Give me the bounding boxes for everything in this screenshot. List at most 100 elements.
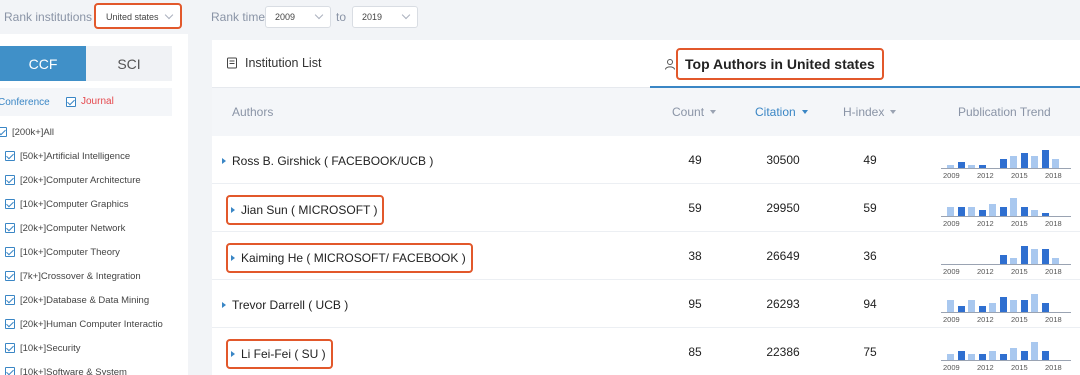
category-item[interactable]: [50k+]Artificial Intelligence (0, 148, 130, 164)
trend-bar (968, 207, 975, 216)
author-name[interactable]: Kaiming He ( MICROSOFT/ FACEBOOK ) (226, 243, 473, 273)
trend-year-label: 2018 (1045, 267, 1062, 276)
category-item[interactable]: [20k+]Database & Data Mining (0, 292, 149, 308)
trend-year-label: 2018 (1045, 219, 1062, 228)
trend-year-label: 2009 (943, 363, 960, 372)
institution-list-label: Institution List (245, 56, 322, 70)
expand-arrow-icon[interactable] (231, 351, 235, 357)
trend-bar (957, 162, 965, 168)
conference-toggle[interactable]: Conference (0, 97, 50, 108)
checkbox-checked-icon[interactable] (5, 319, 15, 329)
citation-cell: 26649 (766, 249, 800, 263)
hindex-cell: 75 (863, 345, 877, 359)
trend-axis (941, 216, 1071, 217)
checkbox-checked-icon[interactable] (0, 127, 7, 137)
tab-top-authors[interactable]: Top Authors in United states (650, 40, 1080, 88)
publication-trend-sparkline: 2009 2012 2015 2018 (941, 190, 1071, 228)
author-name-text: Li Fei-Fei ( SU ) (241, 347, 326, 361)
checkbox-checked-icon[interactable] (5, 175, 15, 185)
author-name[interactable]: Jian Sun ( MICROSOFT ) (226, 195, 385, 225)
category-item[interactable]: [20k+]Computer Architecture (0, 172, 141, 188)
to-year-select[interactable]: 2019 (352, 6, 418, 28)
trend-bar (947, 354, 954, 360)
category-item[interactable]: [7k+]Crossover & Integration (0, 268, 141, 284)
trend-bar (989, 204, 996, 216)
table-row[interactable]: Trevor Darrell ( UCB ) 95 26293 94 2009 2012 2… (212, 280, 1080, 328)
trend-year-label: 2012 (977, 219, 994, 228)
expand-arrow-icon[interactable] (222, 302, 226, 308)
trend-bar (1010, 300, 1017, 312)
trend-bar (999, 297, 1007, 312)
column-hindex[interactable]: H-index (843, 105, 897, 119)
expand-arrow-icon[interactable] (231, 255, 235, 261)
trend-year-label: 2009 (943, 171, 960, 180)
checkbox-checked-icon[interactable] (5, 151, 15, 161)
column-citation[interactable]: Citation (755, 105, 808, 119)
category-label: [20k+]Computer Network (20, 222, 126, 234)
trend-bar (1031, 210, 1038, 216)
category-item[interactable]: [10k+]Computer Theory (0, 244, 120, 260)
expand-arrow-icon[interactable] (222, 158, 226, 164)
category-label: [200k+]All (12, 126, 54, 138)
trend-bar (1052, 258, 1059, 264)
category-item[interactable]: [200k+]All (0, 124, 54, 140)
hindex-cell: 94 (863, 297, 877, 311)
from-year-select[interactable]: 2009 (265, 6, 331, 28)
count-cell: 49 (688, 153, 702, 167)
expand-arrow-icon[interactable] (231, 207, 235, 213)
author-name[interactable]: Trevor Darrell ( UCB ) (222, 294, 348, 316)
category-item[interactable]: [10k+]Software & System (0, 364, 127, 375)
trend-year-label: 2009 (943, 315, 960, 324)
trend-year-label: 2015 (1011, 219, 1028, 228)
checkbox-checked-icon[interactable] (66, 96, 76, 107)
publication-trend-sparkline: 2009 2012 2015 2018 (941, 334, 1071, 372)
tab-institution-list[interactable]: Institution List (226, 56, 321, 70)
citation-cell: 26293 (766, 297, 800, 311)
trend-bar (999, 207, 1007, 216)
category-item[interactable]: [10k+]Computer Graphics (0, 196, 129, 212)
category-item[interactable]: [20k+]Computer Network (0, 220, 125, 236)
author-name[interactable]: Ross B. Girshick ( FACEBOOK/UCB ) (222, 150, 433, 172)
count-cell: 59 (688, 201, 702, 215)
trend-year-label: 2012 (977, 171, 994, 180)
checkbox-checked-icon[interactable] (5, 367, 15, 375)
to-year-value: 2019 (362, 12, 383, 22)
checkbox-checked-icon[interactable] (5, 247, 15, 257)
checkbox-checked-icon[interactable] (5, 199, 15, 209)
checkbox-checked-icon[interactable] (5, 271, 15, 281)
country-value: United states (106, 12, 159, 22)
country-select[interactable]: United states (94, 3, 182, 29)
from-year-value: 2009 (275, 12, 296, 22)
table-row[interactable]: Kaiming He ( MICROSOFT/ FACEBOOK ) 38 2664… (212, 232, 1080, 280)
category-item[interactable]: [20k+]Human Computer Interactio (0, 316, 163, 332)
trend-bar (1010, 156, 1017, 168)
trend-axis (941, 264, 1071, 265)
trend-year-label: 2015 (1011, 171, 1028, 180)
trend-bar (1010, 198, 1017, 216)
checkbox-checked-icon[interactable] (5, 223, 15, 233)
table-row[interactable]: Li Fei-Fei ( SU ) 85 22386 75 2009 2012 2015 20… (212, 328, 1080, 375)
author-name-text: Trevor Darrell ( UCB ) (232, 298, 349, 312)
trend-bar (1010, 348, 1017, 360)
trend-bar (1041, 351, 1049, 360)
citation-header-label: Citation (755, 105, 796, 119)
count-header-label: Count (672, 105, 705, 119)
trend-year-label: 2018 (1045, 315, 1062, 324)
tab-sci[interactable]: SCI (86, 46, 172, 81)
table-header: Authors Count Citation H-index Publicati… (212, 88, 1080, 136)
table-row[interactable]: Jian Sun ( MICROSOFT ) 59 29950 59 2009 2012 2… (212, 184, 1080, 232)
table-row[interactable]: Ross B. Girshick ( FACEBOOK/UCB ) 49 30500… (212, 136, 1080, 184)
journal-toggle[interactable]: Journal (66, 96, 114, 107)
checkbox-checked-icon[interactable] (5, 295, 15, 305)
sort-down-icon (890, 110, 897, 114)
to-label: to (336, 10, 347, 24)
category-label: [20k+]Human Computer Interactio (20, 318, 163, 330)
author-name[interactable]: Li Fei-Fei ( SU ) (226, 339, 333, 369)
trend-bar (1041, 150, 1049, 168)
checkbox-checked-icon[interactable] (5, 343, 15, 353)
category-item[interactable]: [10k+]Security (0, 340, 80, 356)
sort-down-icon (710, 110, 717, 114)
column-count[interactable]: Count (672, 105, 717, 119)
tab-ccf[interactable]: CCF (0, 46, 86, 81)
publication-trend-sparkline: 2009 2012 2015 2018 (941, 238, 1071, 276)
